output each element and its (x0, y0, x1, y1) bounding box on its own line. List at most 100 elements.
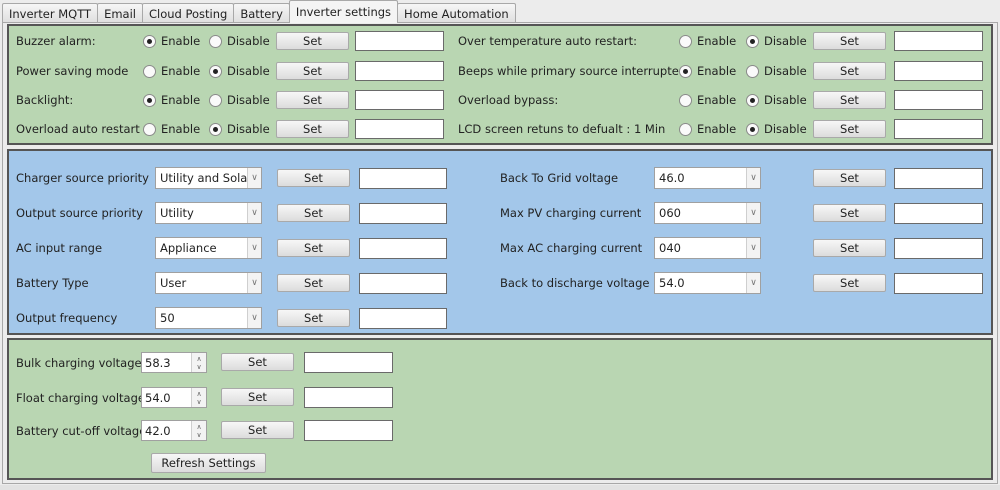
radio-label: Enable (161, 64, 201, 78)
voltage-spinbox[interactable]: 54.0 ∧ ∨ (141, 387, 207, 408)
radio-enable[interactable]: Enable (679, 122, 736, 136)
radio-disable[interactable]: Disable (746, 64, 807, 78)
setting-select[interactable]: 040 ∨ (654, 237, 761, 259)
feedback-field[interactable] (894, 31, 983, 51)
set-button[interactable]: Set (221, 421, 294, 439)
set-button[interactable]: Set (813, 91, 886, 109)
setting-select[interactable]: Appliance ∨ (155, 237, 262, 259)
set-button[interactable]: Set (277, 169, 350, 187)
spin-arrows-icon[interactable]: ∧ ∨ (191, 388, 206, 407)
setting-select[interactable]: 46.0 ∨ (654, 167, 761, 189)
chevron-down-icon: ∨ (746, 238, 760, 258)
radio-dot-icon (143, 93, 156, 107)
set-button[interactable]: Set (276, 62, 349, 80)
chevron-down-icon: ∨ (247, 273, 261, 293)
feedback-field[interactable] (359, 168, 447, 189)
radio-label: Disable (764, 122, 807, 136)
chevron-down-icon: ∨ (746, 203, 760, 223)
set-button[interactable]: Set (276, 120, 349, 138)
feedback-field[interactable] (359, 238, 447, 259)
feedback-field[interactable] (894, 61, 983, 81)
radio-disable[interactable]: Disable (209, 64, 270, 78)
feedback-field[interactable] (304, 420, 393, 441)
radio-disable[interactable]: Disable (746, 34, 807, 48)
tab-cloud-posting[interactable]: Cloud Posting (141, 3, 235, 23)
chevron-down-icon: ∨ (247, 308, 261, 328)
feedback-field[interactable] (894, 203, 983, 224)
set-button[interactable]: Set (813, 274, 886, 292)
voltage-spinbox[interactable]: 42.0 ∧ ∨ (141, 420, 207, 441)
setting-label: Output source priority (16, 206, 143, 220)
set-button[interactable]: Set (221, 353, 294, 371)
radio-dot-icon (209, 34, 222, 48)
set-button[interactable]: Set (276, 91, 349, 109)
set-button[interactable]: Set (277, 274, 350, 292)
tab-battery[interactable]: Battery (233, 3, 290, 23)
setting-label: Output frequency (16, 311, 118, 325)
spin-arrows-icon[interactable]: ∧ ∨ (191, 353, 206, 372)
tab-inverter-settings[interactable]: Inverter settings (288, 0, 399, 23)
set-button[interactable]: Set (813, 204, 886, 222)
feedback-field[interactable] (304, 352, 393, 373)
setting-select[interactable]: Utility ∨ (155, 202, 262, 224)
feedback-field[interactable] (894, 119, 983, 139)
set-button[interactable]: Set (277, 239, 350, 257)
set-button[interactable]: Set (813, 239, 886, 257)
radio-label: Disable (227, 34, 270, 48)
feedback-field[interactable] (355, 90, 444, 110)
radio-label: Disable (764, 34, 807, 48)
radio-enable[interactable]: Enable (143, 122, 200, 136)
setting-select[interactable]: User ∨ (155, 272, 262, 294)
set-button[interactable]: Set (277, 309, 350, 327)
setting-select[interactable]: 50 ∨ (155, 307, 262, 329)
tab-inverter-mqtt[interactable]: Inverter MQTT (2, 3, 99, 23)
radio-dot-icon (143, 122, 156, 136)
feedback-field[interactable] (894, 168, 983, 189)
feedback-field[interactable] (894, 238, 983, 259)
radio-dot-icon (746, 122, 759, 136)
radio-enable[interactable]: Enable (679, 64, 736, 78)
radio-enable[interactable]: Enable (679, 34, 736, 48)
tab-home-automation[interactable]: Home Automation (397, 3, 516, 23)
tab-email[interactable]: Email (97, 3, 143, 23)
radio-enable[interactable]: Enable (143, 93, 200, 107)
feedback-field[interactable] (355, 31, 444, 51)
set-button[interactable]: Set (813, 169, 886, 187)
chevron-down-icon: ∨ (247, 238, 261, 258)
voltage-spinbox[interactable]: 58.3 ∧ ∨ (141, 352, 207, 373)
feedback-field[interactable] (359, 308, 447, 329)
setting-select[interactable]: 060 ∨ (654, 202, 761, 224)
setting-select[interactable]: 54.0 ∨ (654, 272, 761, 294)
radio-disable[interactable]: Disable (746, 122, 807, 136)
radio-disable[interactable]: Disable (746, 93, 807, 107)
feedback-field[interactable] (359, 203, 447, 224)
feedback-field[interactable] (355, 119, 444, 139)
set-button[interactable]: Set (813, 120, 886, 138)
set-button[interactable]: Set (277, 204, 350, 222)
setting-label: Back To Grid voltage (500, 171, 619, 185)
setting-select[interactable]: Utility and Solar ∨ (155, 167, 262, 189)
radio-label: Enable (161, 93, 201, 107)
radio-disable[interactable]: Disable (209, 34, 270, 48)
feedback-field[interactable] (304, 387, 393, 408)
radio-disable[interactable]: Disable (209, 93, 270, 107)
radio-enable[interactable]: Enable (679, 93, 736, 107)
set-button[interactable]: Set (813, 62, 886, 80)
feedback-field[interactable] (894, 273, 983, 294)
feedback-field[interactable] (355, 61, 444, 81)
refresh-settings-button[interactable]: Refresh Settings (151, 453, 266, 473)
radio-label: Enable (697, 64, 737, 78)
feedback-field[interactable] (359, 273, 447, 294)
setting-label: Overload bypass: (458, 93, 559, 107)
spin-arrows-icon[interactable]: ∧ ∨ (191, 421, 206, 440)
radio-disable[interactable]: Disable (209, 122, 270, 136)
set-button[interactable]: Set (276, 32, 349, 50)
feedback-field[interactable] (894, 90, 983, 110)
radio-label: Disable (764, 93, 807, 107)
set-button[interactable]: Set (221, 388, 294, 406)
set-button[interactable]: Set (813, 32, 886, 50)
select-value: 54.0 (659, 276, 685, 290)
radio-dot-icon (679, 93, 692, 107)
radio-enable[interactable]: Enable (143, 64, 200, 78)
radio-enable[interactable]: Enable (143, 34, 200, 48)
